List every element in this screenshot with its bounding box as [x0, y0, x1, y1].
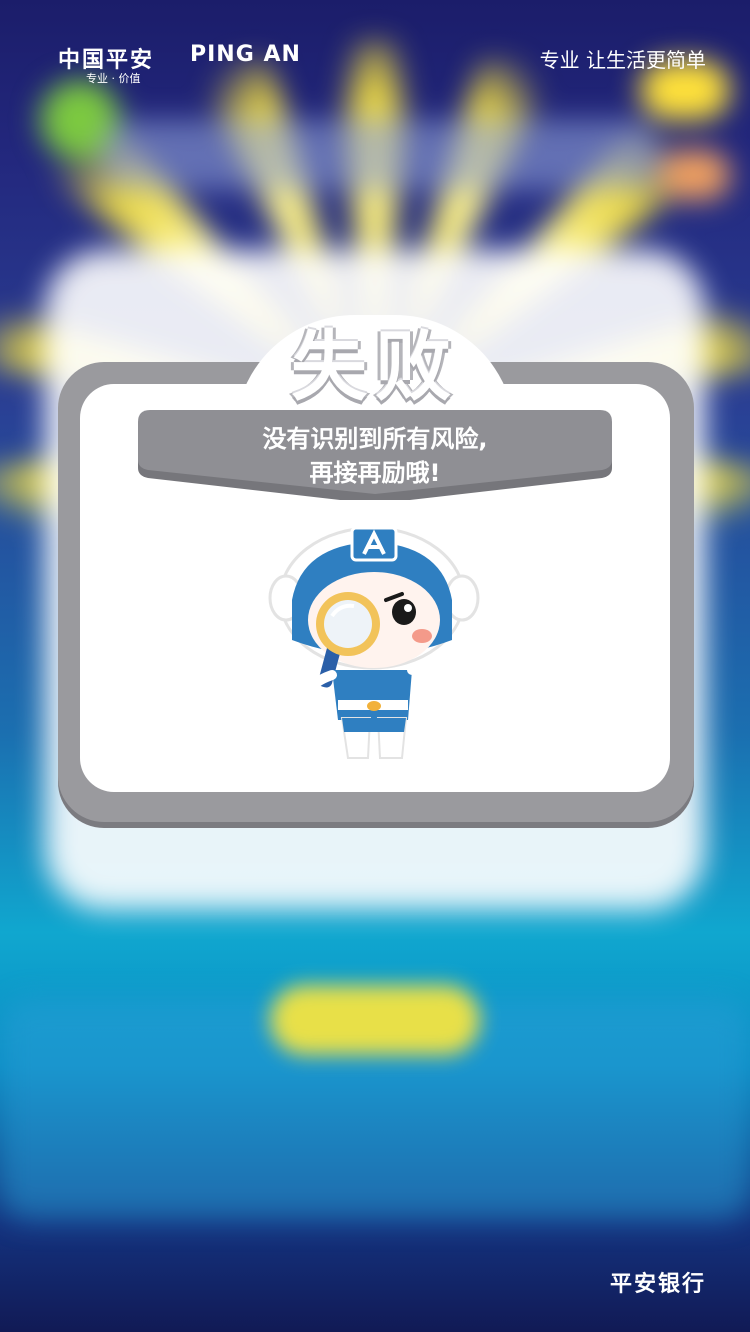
blurred-icon	[660, 150, 730, 200]
message-ribbon: 没有识别到所有风险, 再接再励哦!	[138, 410, 612, 500]
dialog-title: 失败	[291, 322, 459, 411]
blurred-start-button	[270, 985, 480, 1055]
brand-tagline: 专业 · 价值	[86, 72, 141, 85]
footer-brand-logo: 平安银行	[609, 1272, 706, 1297]
dialog-message-line1: 没有识别到所有风险,	[262, 425, 488, 453]
brand-slogan: 专业 让生活更简单	[539, 48, 706, 72]
blurred-bar	[100, 120, 660, 190]
brand-logo-en: PING AN	[190, 42, 301, 67]
mascot-with-magnifier-icon	[268, 526, 480, 759]
header: 中国平安 PING AN 专业 · 价值 专业 让生活更简单	[58, 38, 706, 88]
dialog-message-line2: 再接再励哦!	[309, 459, 441, 487]
